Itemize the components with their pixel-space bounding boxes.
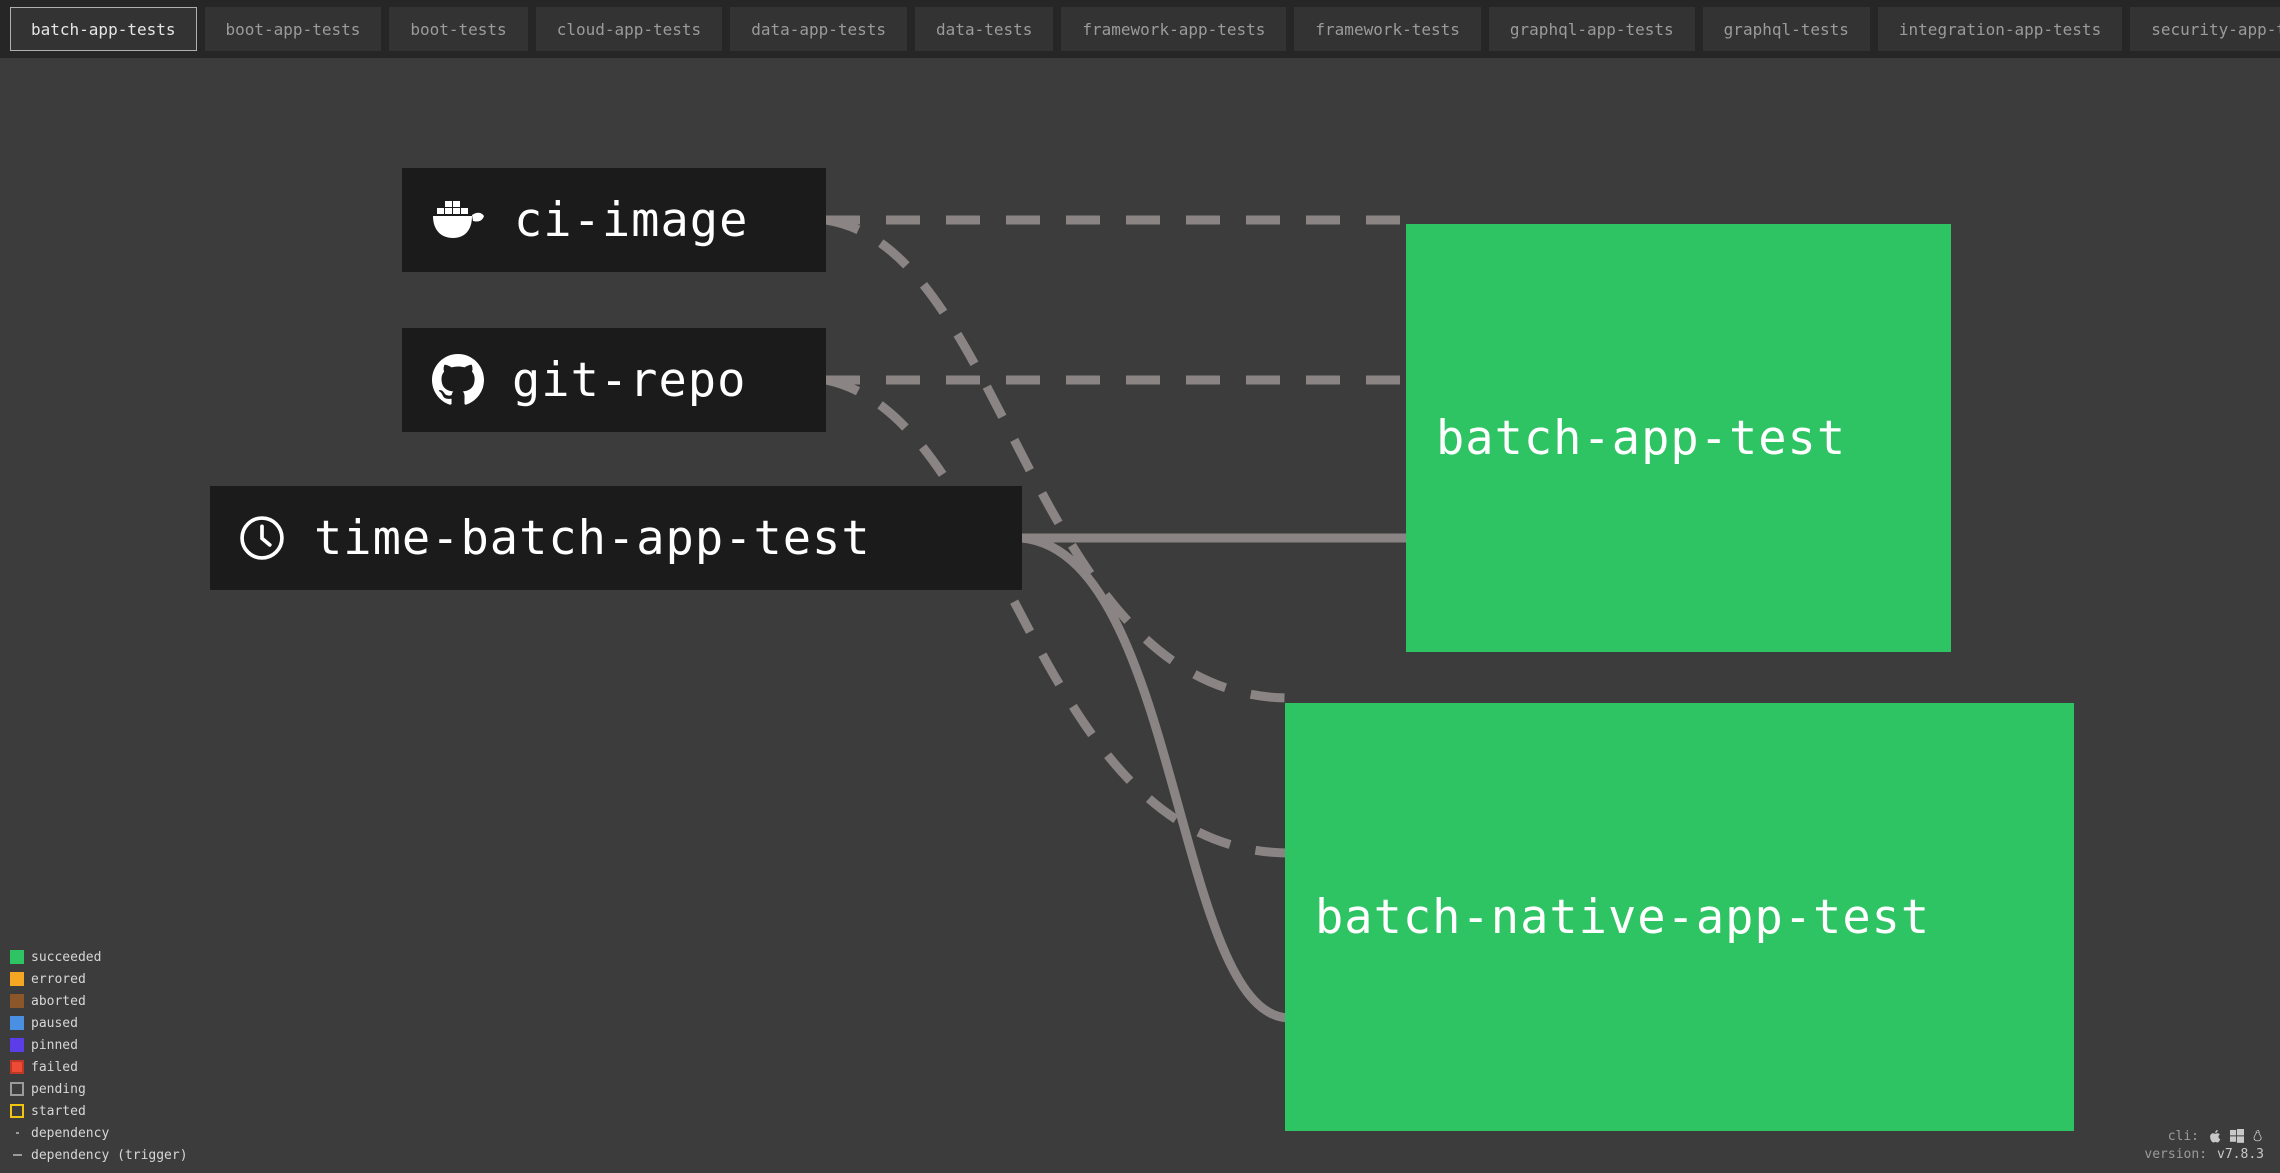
legend-row-dependency-trigger-: dependency (trigger) xyxy=(10,1145,188,1165)
pipeline-tab-graphql-tests[interactable]: graphql-tests xyxy=(1703,7,1870,51)
cli-version-info: cli: xyxy=(2144,1127,2264,1163)
version-value: v7.8.3 xyxy=(2217,1147,2264,1162)
legend-label-pinned: pinned xyxy=(31,1039,78,1052)
job-node-batch-app-test[interactable]: batch-app-test xyxy=(1406,224,1951,652)
legend-line-short xyxy=(10,1126,24,1140)
pipeline-tab-data-tests[interactable]: data-tests xyxy=(915,7,1053,51)
resource-node-git-repo[interactable]: git-repo xyxy=(402,328,826,432)
legend-row-pending: pending xyxy=(10,1079,188,1099)
legend-swatch-pending xyxy=(10,1082,24,1096)
legend-row-paused: paused xyxy=(10,1013,188,1033)
resource-label-ci-image: ci-image xyxy=(514,197,748,244)
docker-icon xyxy=(432,197,486,243)
edge-git-repo-to-batch-native-app-test xyxy=(826,380,1290,853)
job-label-batch-native-app-test: batch-native-app-test xyxy=(1285,894,1930,941)
legend-swatch-errored xyxy=(10,972,24,986)
edge-time-batch-app-test-to-batch-native-app-test xyxy=(1022,538,1290,1018)
legend-swatch-aborted xyxy=(10,994,24,1008)
version-label: version: xyxy=(2144,1147,2207,1162)
pipeline-tab-security-app-tests[interactable]: security-app-tests xyxy=(2130,7,2280,51)
legend-label-dependency-trigger-: dependency (trigger) xyxy=(31,1149,188,1162)
pipeline-tab-data-app-tests[interactable]: data-app-tests xyxy=(730,7,907,51)
version-row: version: v7.8.3 xyxy=(2144,1145,2264,1163)
legend-row-errored: errored xyxy=(10,969,188,989)
pipeline-tab-boot-app-tests[interactable]: boot-app-tests xyxy=(205,7,382,51)
linux-icon[interactable] xyxy=(2252,1129,2264,1144)
legend-label-aborted: aborted xyxy=(31,995,86,1008)
legend-row-succeeded: succeeded xyxy=(10,947,188,967)
edge-ci-image-to-batch-native-app-test xyxy=(826,220,1290,698)
resource-label-time-batch-app-test: time-batch-app-test xyxy=(314,515,871,562)
legend-label-started: started xyxy=(31,1105,86,1118)
cli-row: cli: xyxy=(2144,1127,2264,1145)
legend-row-dependency: dependency xyxy=(10,1123,188,1143)
pipeline-tab-integration-app-tests[interactable]: integration-app-tests xyxy=(1878,7,2122,51)
legend-line-long xyxy=(10,1148,24,1162)
pipeline-canvas[interactable]: ci-image git-repo time-batch-app-test ba… xyxy=(0,58,2280,1173)
legend-swatch-pinned xyxy=(10,1038,24,1052)
legend-label-paused: paused xyxy=(31,1017,78,1030)
cli-label: cli: xyxy=(2168,1129,2199,1144)
legend-row-aborted: aborted xyxy=(10,991,188,1011)
pipeline-tab-batch-app-tests[interactable]: batch-app-tests xyxy=(10,7,197,51)
pipeline-tab-framework-tests[interactable]: framework-tests xyxy=(1294,7,1481,51)
legend-swatch-started xyxy=(10,1104,24,1118)
legend-row-failed: failed xyxy=(10,1057,188,1077)
github-icon xyxy=(432,354,484,406)
legend-swatch-succeeded xyxy=(10,950,24,964)
resource-label-git-repo: git-repo xyxy=(512,357,746,404)
legend-row-started: started xyxy=(10,1101,188,1121)
pipeline-tab-boot-tests[interactable]: boot-tests xyxy=(389,7,527,51)
clock-icon xyxy=(236,512,288,564)
job-node-batch-native-app-test[interactable]: batch-native-app-test xyxy=(1285,703,2074,1131)
pipeline-legend: succeeded errored aborted paused pinned faile… xyxy=(10,947,188,1165)
legend-label-pending: pending xyxy=(31,1083,86,1096)
legend-label-dependency: dependency xyxy=(31,1127,109,1140)
resource-node-ci-image[interactable]: ci-image xyxy=(402,168,826,272)
pipeline-tab-framework-app-tests[interactable]: framework-app-tests xyxy=(1061,7,1286,51)
legend-label-failed: failed xyxy=(31,1061,78,1074)
resource-node-time-batch-app-test[interactable]: time-batch-app-test xyxy=(210,486,1022,590)
cli-platform-icons[interactable] xyxy=(2209,1129,2264,1144)
legend-swatch-paused xyxy=(10,1016,24,1030)
job-label-batch-app-test: batch-app-test xyxy=(1406,415,1846,462)
apple-icon[interactable] xyxy=(2209,1129,2222,1144)
legend-swatch-failed xyxy=(10,1060,24,1074)
windows-icon[interactable] xyxy=(2230,1129,2244,1143)
pipeline-tab-bar[interactable]: batch-app-testsboot-app-testsboot-testsc… xyxy=(0,0,2280,58)
legend-label-errored: errored xyxy=(31,973,86,986)
pipeline-tab-cloud-app-tests[interactable]: cloud-app-tests xyxy=(536,7,723,51)
legend-row-pinned: pinned xyxy=(10,1035,188,1055)
legend-label-succeeded: succeeded xyxy=(31,951,101,964)
pipeline-tab-graphql-app-tests[interactable]: graphql-app-tests xyxy=(1489,7,1695,51)
